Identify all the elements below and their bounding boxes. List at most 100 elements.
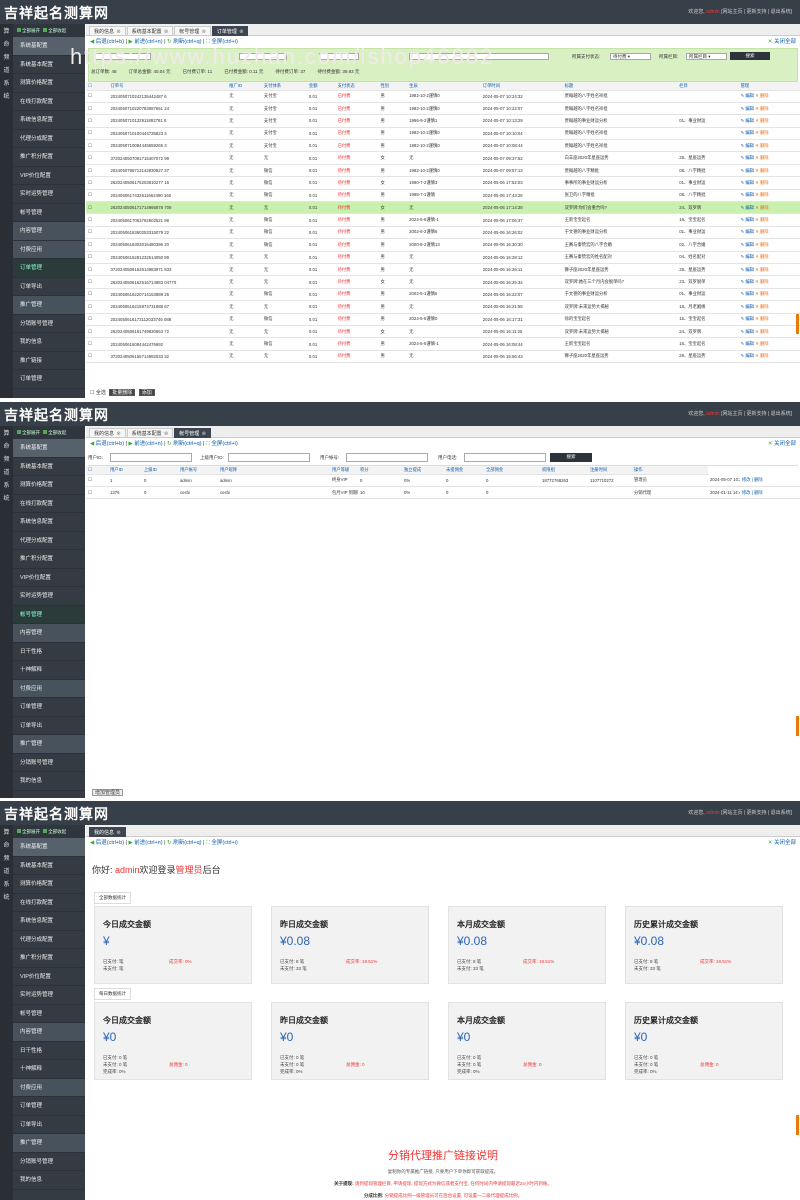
sidebar-item[interactable]: 订单管理 [13, 370, 85, 389]
edit-link[interactable]: ✎ 编辑 [741, 242, 756, 247]
sidebar-item[interactable]: 我的信息 [13, 333, 85, 352]
sidebar-item[interactable]: 实时运势管理 [13, 185, 85, 204]
refresh-button[interactable]: 刷新(ctrl+q) [173, 39, 201, 45]
sidebar-item[interactable]: 十神解释 [13, 1060, 85, 1079]
batch-delete-button[interactable]: 批量删除 [109, 389, 136, 396]
sidebar-toggle-bar[interactable]: 全部展开 全部收起 [13, 426, 85, 439]
delete-link[interactable]: ✕ 删除 [755, 168, 768, 173]
add-admin-button[interactable]: 增加管理员 [92, 789, 124, 796]
delete-link[interactable]: ✕ 删除 [755, 205, 768, 210]
tab[interactable]: 帐号管理 ⊗ [174, 428, 211, 438]
delete-link[interactable]: ✕ 删除 [755, 130, 768, 135]
table-row[interactable]: ☐ 1 0 admin admin 终身VIP 0 0% 0 0 18772768263 110771… [86, 474, 800, 487]
table-row[interactable]: ☐ 2620240506161749830653 72 无无 0.01 待付费女无 202… [86, 325, 800, 339]
category-select[interactable]: 所属栏目 ▾ [686, 53, 727, 60]
row-checkbox[interactable]: ☐ [86, 226, 109, 240]
row-checkbox[interactable]: ☐ [86, 213, 109, 227]
table-row[interactable]: ☐ 3720240507091715407072 99 无无 0.01 待付费女无 202… [86, 151, 800, 165]
filter-input-1[interactable] [95, 53, 151, 60]
uid-input[interactable] [110, 453, 192, 462]
sidebar-item[interactable]: 测算价格配置 [13, 476, 85, 495]
fullscreen-button[interactable]: 全屏(ctrl+i) [211, 840, 237, 846]
forward-button[interactable]: 前进(ctrl+n) [134, 441, 162, 447]
sidebar-item[interactable]: 分销账号管理 [13, 754, 85, 772]
edit-link[interactable]: ✎ 编辑 [741, 180, 756, 185]
table-row[interactable]: ☐ 2620240506162516714983 04770 无无 0.01 待付费女无… [86, 275, 800, 289]
sidebar-toggle-bar[interactable]: 全部展开 全部收起 [13, 24, 85, 37]
sidebar-item[interactable]: 订单管理 [13, 259, 85, 278]
puid-input[interactable] [228, 453, 310, 462]
sidebar-item[interactable]: 推广管理 [13, 296, 85, 315]
row-checkbox[interactable]: ☐ [86, 263, 109, 277]
back-button[interactable]: 后退(ctrl+b) [96, 441, 124, 447]
fullscreen-button[interactable]: 全屏(ctrl+i) [211, 39, 237, 45]
table-row[interactable]: ☐ 2024050616084442476692 无微信 0.01 待付费男 2024-5… [86, 337, 800, 351]
sidebar-item[interactable]: 推广积分配置 [13, 148, 85, 167]
sidebar-item[interactable]: 系统基配置 [13, 37, 85, 56]
table-row[interactable]: ☐13760ceshiceshi包月VIP 到期时间: 2024-02-1110… [86, 486, 800, 500]
edit-link[interactable]: ✎ 编辑 [741, 118, 756, 123]
sidebar-item[interactable]: 系统基本配置 [13, 458, 85, 476]
close-all-button[interactable]: ✕ 关闭全部 [768, 36, 796, 48]
delete-link[interactable]: ✕ 删除 [755, 254, 768, 259]
sidebar-item[interactable]: 推广积分配置 [13, 949, 85, 968]
sidebar-item[interactable]: 订单管理 [13, 698, 85, 717]
refresh-button[interactable]: 刷新(ctrl+q) [173, 840, 201, 846]
fullscreen-button[interactable]: 全屏(ctrl+i) [211, 441, 237, 447]
row-checkbox[interactable]: ☐ [86, 151, 109, 165]
phone-input[interactable] [464, 453, 546, 462]
add-button[interactable]: 添加 [138, 389, 155, 396]
sidebar-item[interactable]: 付费应用 [13, 1078, 85, 1097]
row-checkbox[interactable]: ☐ [86, 486, 108, 500]
status-select[interactable]: 待付费 ▾ [610, 53, 651, 60]
row-checkbox[interactable]: ☐ [86, 313, 109, 326]
tab[interactable]: 系统基本配置 ⊗ [126, 26, 174, 36]
table-row[interactable]: ☐ 3720240506155714982033 32 无无 0.01 待付费男无 202… [86, 350, 800, 364]
close-all-button[interactable]: ✕ 关闭全部 [768, 438, 796, 450]
sidebar-item[interactable]: 付费应用 [13, 240, 85, 259]
edit-link[interactable]: ✎ 编辑 [741, 341, 756, 346]
row-checkbox[interactable]: ☐ [86, 275, 109, 289]
sidebar-item[interactable]: VIP价位配置 [13, 968, 85, 986]
edit-link[interactable]: ✎ 编辑 [741, 329, 756, 334]
search-button[interactable]: 搜索 [730, 52, 770, 60]
sidebar-toggle-bar[interactable]: 全部展开 全部收起 [13, 825, 85, 838]
sidebar-item[interactable]: 推广管理 [13, 1134, 85, 1153]
table-row[interactable]: ☐ 2620240506171714966878 709 无无 0.01 待付费女无 20… [86, 201, 800, 215]
sidebar-item[interactable]: 测算价格配置 [13, 74, 85, 93]
top-user-links[interactable]: 欢迎您, admin [网站主页 | 更新支持 | 退出系统] [688, 410, 792, 417]
table-cell[interactable]: 修改 | 删除 [740, 474, 800, 487]
edit-link[interactable]: ✎ 编辑 [741, 267, 756, 272]
delete-link[interactable]: ✕ 删除 [755, 329, 768, 334]
delete-link[interactable]: ✕ 删除 [755, 341, 768, 346]
close-tab-icon[interactable]: ⊗ [163, 431, 168, 437]
account-input[interactable] [346, 453, 428, 462]
delete-link[interactable]: ✕ 删除 [755, 155, 768, 160]
sidebar-item[interactable]: 十神解释 [13, 661, 85, 680]
row-checkbox[interactable]: ☐ [86, 325, 109, 339]
row-checkbox[interactable]: ☐ [86, 90, 109, 103]
edit-link[interactable]: ✎ 编辑 [741, 291, 756, 296]
sidebar-item[interactable]: 代理分成配置 [13, 532, 85, 550]
table-row[interactable]: ☐ 2024050616215874731888 67 无无 0.01 待付费男无 202… [86, 300, 800, 314]
sidebar-item[interactable]: 分销账号管理 [13, 315, 85, 333]
table-row[interactable]: ☐ 2620240506175203910277 15 无微信 0.01 待付费女 199… [86, 176, 800, 190]
row-checkbox[interactable]: ☐ [86, 176, 109, 190]
row-checkbox[interactable]: ☐ [86, 238, 109, 252]
edit-link[interactable]: ✎ 编辑 [741, 192, 756, 197]
scrollbar-thumb[interactable] [796, 1115, 799, 1135]
row-checkbox[interactable]: ☐ [86, 189, 109, 203]
top-user-links[interactable]: 欢迎您, admin [网站主页 | 更新支持 | 退出系统] [688, 8, 792, 15]
delete-link[interactable]: ✕ 删除 [755, 229, 768, 234]
table-row[interactable]: ☐ 2024050616360253315079 22 无微信 0.01 待付费男 200… [86, 226, 800, 240]
forward-button[interactable]: 前进(ctrl+n) [134, 840, 162, 846]
sidebar-item[interactable]: 系统基本配置 [13, 56, 85, 74]
sidebar-item[interactable]: 我的信息 [13, 1171, 85, 1190]
tab[interactable]: 订单管理 ⊗ [211, 26, 249, 36]
sidebar-item[interactable]: 分销账号管理 [13, 1153, 85, 1171]
sidebar-item[interactable]: 付费应用 [13, 679, 85, 698]
close-all-button[interactable]: ✕ 关闭全部 [768, 837, 796, 849]
row-checkbox[interactable]: ☐ [86, 102, 109, 116]
sidebar-item[interactable]: 系统信息配置 [13, 513, 85, 532]
sidebar-item[interactable]: 实时运势管理 [13, 587, 85, 606]
